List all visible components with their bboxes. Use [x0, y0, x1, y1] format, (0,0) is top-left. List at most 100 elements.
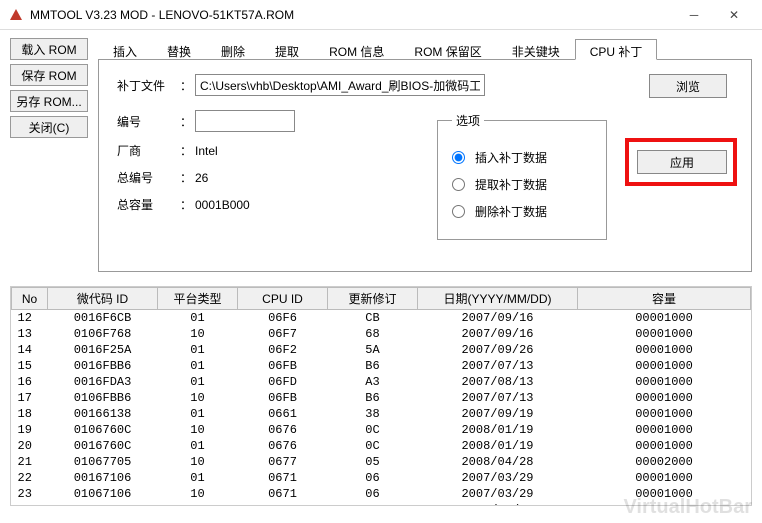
vendor-value: Intel	[195, 144, 218, 158]
options-fieldset: 选项 插入补丁数据 提取补丁数据 删除补丁数据	[437, 112, 607, 240]
total-no-value: 26	[195, 171, 208, 185]
number-input[interactable]	[195, 110, 295, 132]
table-row[interactable]: 2200167106010671062007/03/2900001000	[12, 470, 751, 486]
cell-size: 00001000	[578, 470, 751, 486]
cell-platform: 01	[158, 374, 238, 390]
table-header-row: No 微代码 ID 平台类型 CPU ID 更新修订 日期(YYYY/MM/DD…	[12, 288, 751, 310]
cell-microid: 0106760C	[48, 422, 158, 438]
table-row[interactable]: 190106760C1006760C2008/01/1900001000	[12, 422, 751, 438]
cell-cpuid: 06FB	[238, 358, 328, 374]
cell-platform: 01	[158, 342, 238, 358]
tab-rom-info[interactable]: ROM 信息	[314, 39, 399, 60]
cell-date: 2007/03/29	[418, 470, 578, 486]
cell-cpuid: 06F6	[238, 310, 328, 326]
option-insert[interactable]: 插入补丁数据	[452, 149, 592, 166]
table-row[interactable]: 2301067106100671062007/03/2900001000	[12, 486, 751, 502]
col-platform[interactable]: 平台类型	[158, 288, 238, 310]
tab-extract[interactable]: 提取	[260, 39, 314, 60]
cell-updaterev: 5A	[328, 342, 418, 358]
cell-cpuid: 0661	[238, 406, 328, 422]
cell-date: 2007/09/16	[418, 326, 578, 342]
cell-cpuid: 0677	[238, 454, 328, 470]
col-cpuid[interactable]: CPU ID	[238, 288, 328, 310]
save-rom-button[interactable]: 保存 ROM	[10, 64, 88, 86]
cell-size: 00001000	[578, 326, 751, 342]
tab-replace[interactable]: 替换	[152, 39, 206, 60]
table-row[interactable]: 2101067705100677052008/04/2800002000	[12, 454, 751, 470]
colon: ：	[177, 142, 195, 159]
total-no-label: 总编号	[117, 169, 177, 186]
cell-platform: 01	[158, 502, 238, 507]
table-row[interactable]: 200016760C0106760C2008/01/1900001000	[12, 438, 751, 454]
col-size[interactable]: 容量	[578, 288, 751, 310]
cell-date: 2007/07/13	[418, 390, 578, 406]
cell-no: 16	[12, 374, 48, 390]
cell-cpuid: 0671	[238, 470, 328, 486]
browse-button[interactable]: 浏览	[649, 74, 727, 98]
cell-updaterev: 33	[328, 502, 418, 507]
table-row[interactable]: 140016F25A0106F25A2007/09/2600001000	[12, 342, 751, 358]
colon: ：	[177, 169, 195, 186]
microcode-table-wrap[interactable]: No 微代码 ID 平台类型 CPU ID 更新修订 日期(YYYY/MM/DD…	[10, 286, 752, 506]
tab-non-key[interactable]: 非关键块	[497, 39, 575, 60]
cell-size: 00001000	[578, 438, 751, 454]
total-cap-label: 总容量	[117, 196, 177, 213]
option-delete[interactable]: 删除补丁数据	[452, 203, 592, 220]
cell-date: 2007/08/13	[418, 374, 578, 390]
tab-rom-reserved[interactable]: ROM 保留区	[399, 39, 496, 60]
table-row[interactable]: 150016FBB60106FBB62007/07/1300001000	[12, 358, 751, 374]
option-delete-radio[interactable]	[452, 205, 465, 218]
total-cap-value: 0001B000	[195, 198, 250, 212]
col-microid[interactable]: 微代码 ID	[48, 288, 158, 310]
tab-delete[interactable]: 删除	[206, 39, 260, 60]
cell-microid: 0016F25A	[48, 342, 158, 358]
load-rom-button[interactable]: 载入 ROM	[10, 38, 88, 60]
cell-date: 2007/09/19	[418, 406, 578, 422]
close-button[interactable]: ✕	[714, 0, 754, 30]
cell-platform: 01	[158, 438, 238, 454]
cell-updaterev: 0C	[328, 438, 418, 454]
cell-updaterev: 68	[328, 326, 418, 342]
cell-no: 14	[12, 342, 48, 358]
cell-updaterev: CB	[328, 310, 418, 326]
cell-microid: 0016FDA3	[48, 374, 158, 390]
option-extract[interactable]: 提取补丁数据	[452, 176, 592, 193]
col-updaterev[interactable]: 更新修订	[328, 288, 418, 310]
cell-no: 15	[12, 358, 48, 374]
cpu-patch-panel: 补丁文件 ： 编号 ： 厂商 ： Intel 总编号 ： 26 总容量 ：	[98, 60, 752, 272]
tab-cpu-patch[interactable]: CPU 补丁	[575, 39, 658, 60]
cell-microid: 01067106	[48, 486, 158, 502]
cell-size: 00001000	[578, 422, 751, 438]
cell-cpuid: 06F5	[238, 502, 328, 507]
number-label: 编号	[117, 113, 177, 130]
cell-platform: 01	[158, 358, 238, 374]
colon: ：	[177, 77, 195, 94]
table-row[interactable]: 240016F5330106F5332006/05/0100001000	[12, 502, 751, 507]
patch-file-input[interactable]	[195, 74, 485, 96]
cell-size: 00001000	[578, 310, 751, 326]
tab-insert[interactable]: 插入	[98, 39, 152, 60]
table-row[interactable]: 120016F6CB0106F6CB2007/09/1600001000	[12, 310, 751, 326]
cell-date: 2007/09/16	[418, 310, 578, 326]
cell-cpuid: 0676	[238, 438, 328, 454]
cell-no: 19	[12, 422, 48, 438]
close-app-button[interactable]: 关闭(C)	[10, 116, 88, 138]
cell-no: 20	[12, 438, 48, 454]
minimize-button[interactable]: ─	[674, 0, 714, 30]
cell-platform: 10	[158, 390, 238, 406]
apply-button[interactable]: 应用	[637, 150, 727, 174]
col-no[interactable]: No	[12, 288, 48, 310]
option-insert-radio[interactable]	[452, 151, 465, 164]
patch-file-label: 补丁文件	[117, 77, 177, 94]
table-row[interactable]: 1800166138010661382007/09/1900001000	[12, 406, 751, 422]
cell-size: 00001000	[578, 342, 751, 358]
table-row[interactable]: 160016FDA30106FDA32007/08/1300001000	[12, 374, 751, 390]
option-extract-radio[interactable]	[452, 178, 465, 191]
table-row[interactable]: 170106FBB61006FBB62007/07/1300001000	[12, 390, 751, 406]
save-as-rom-button[interactable]: 另存 ROM...	[10, 90, 88, 112]
cell-date: 2008/01/19	[418, 438, 578, 454]
col-date[interactable]: 日期(YYYY/MM/DD)	[418, 288, 578, 310]
table-row[interactable]: 130106F7681006F7682007/09/1600001000	[12, 326, 751, 342]
cell-no: 13	[12, 326, 48, 342]
window-title: MMTOOL V3.23 MOD - LENOVO-51KT57A.ROM	[30, 8, 674, 22]
